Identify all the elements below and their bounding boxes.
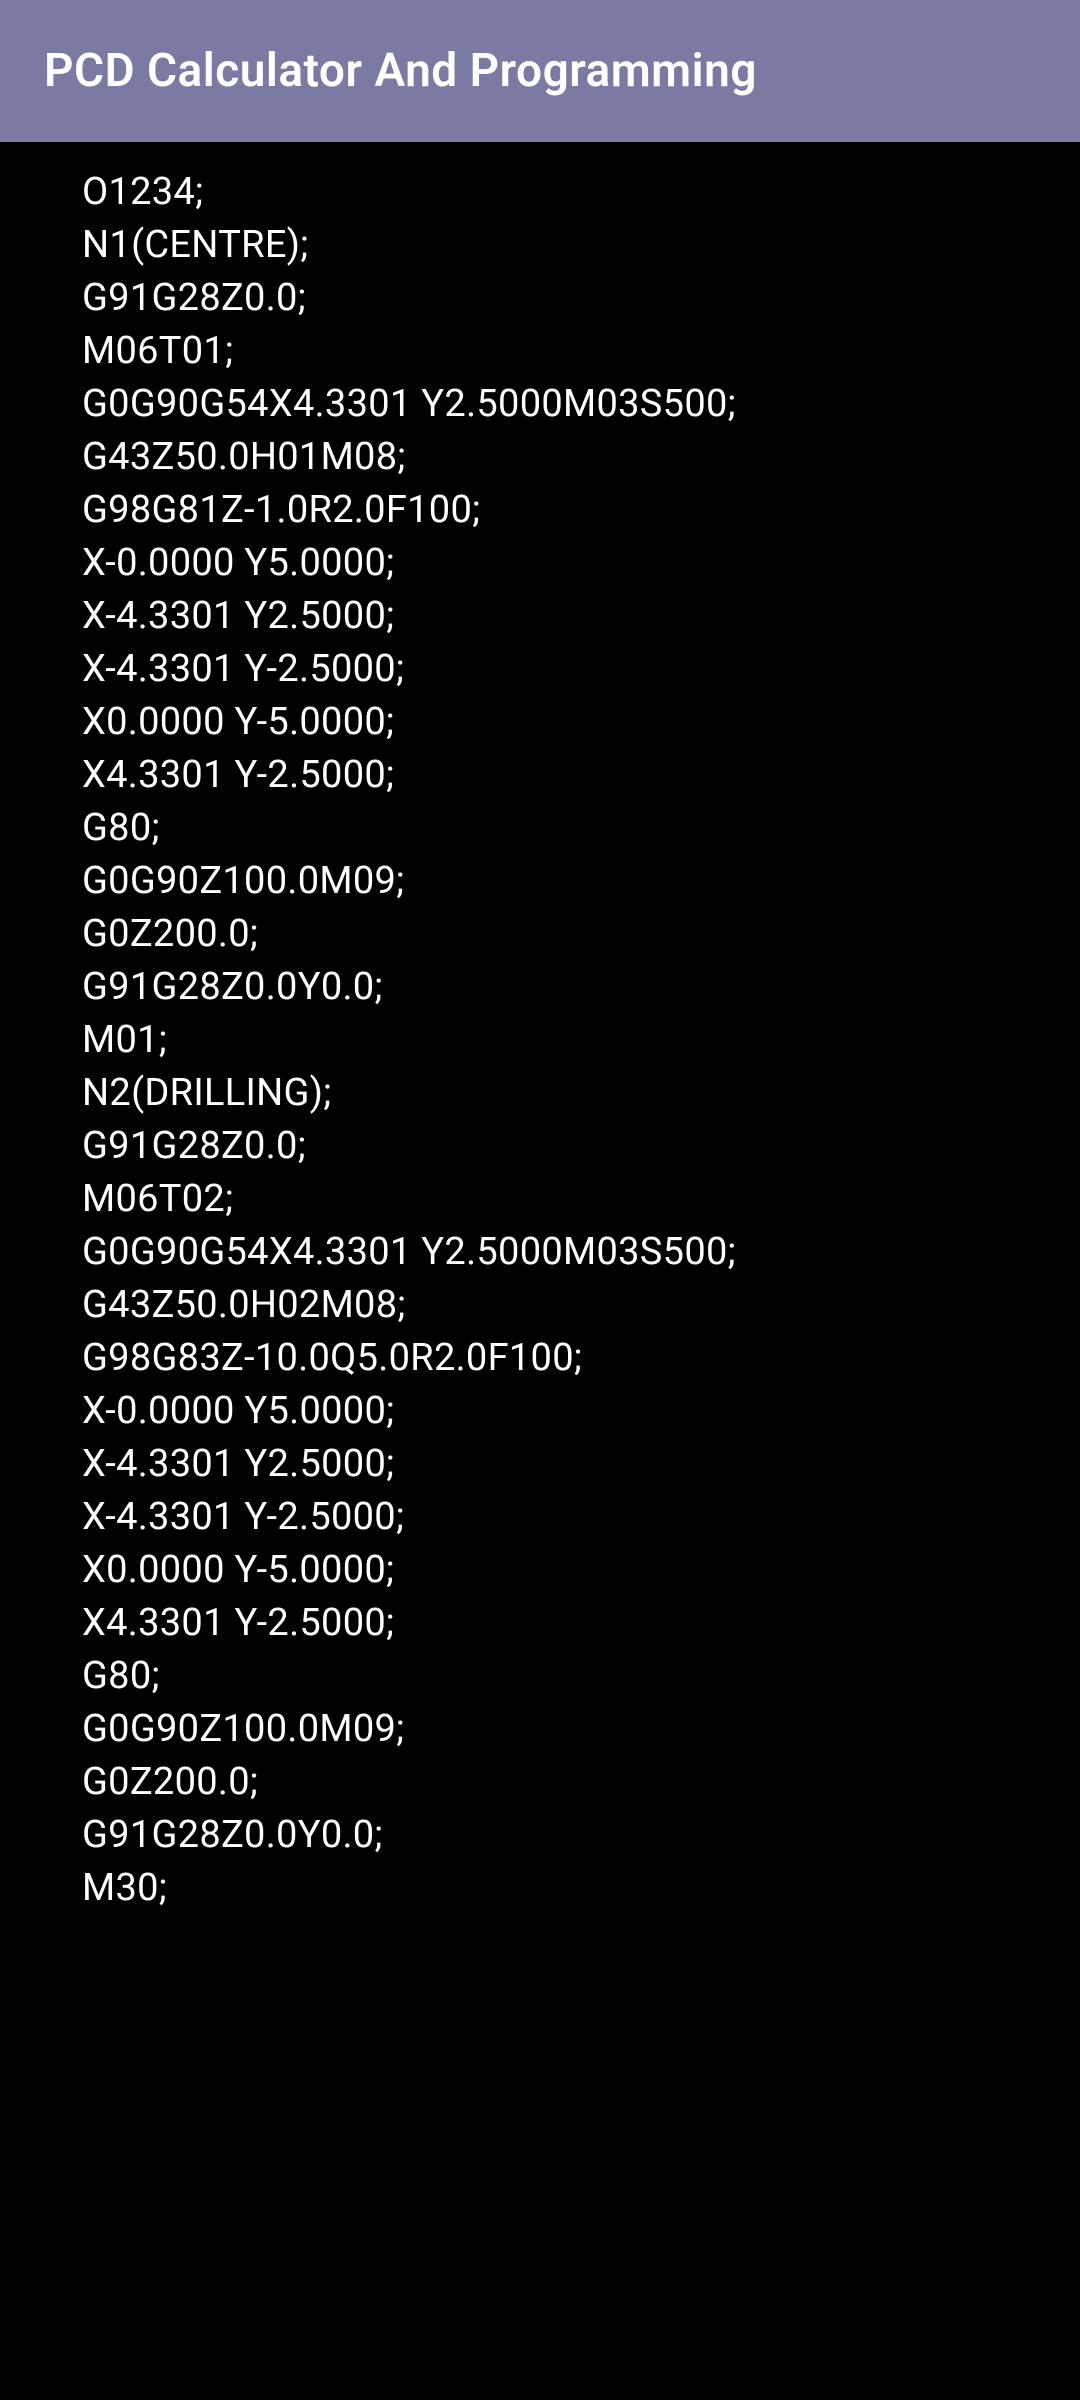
gcode-line: X-4.3301 Y2.5000;	[82, 590, 1080, 643]
gcode-line: X-4.3301 Y-2.5000;	[82, 643, 1080, 696]
gcode-line: M06T02;	[82, 1173, 1080, 1226]
gcode-line: O1234;	[82, 166, 1080, 219]
gcode-line: G98G81Z-1.0R2.0F100;	[82, 484, 1080, 537]
gcode-line: X4.3301 Y-2.5000;	[82, 1597, 1080, 1650]
gcode-line: G91G28Z0.0;	[82, 1120, 1080, 1173]
gcode-line: M30;	[82, 1862, 1080, 1915]
gcode-line: G0G90G54X4.3301 Y2.5000M03S500;	[82, 378, 1080, 431]
gcode-line: G91G28Z0.0Y0.0;	[82, 961, 1080, 1014]
gcode-line: M01;	[82, 1014, 1080, 1067]
gcode-line: G91G28Z0.0;	[82, 272, 1080, 325]
gcode-line: M06T01;	[82, 325, 1080, 378]
gcode-line: G80;	[82, 1650, 1080, 1703]
gcode-line: G80;	[82, 802, 1080, 855]
gcode-line: X0.0000 Y-5.0000;	[82, 1544, 1080, 1597]
app-header: PCD Calculator And Programming	[0, 0, 1080, 142]
gcode-line: G0Z200.0;	[82, 1756, 1080, 1809]
gcode-line: G0G90Z100.0M09;	[82, 855, 1080, 908]
gcode-line: G43Z50.0H01M08;	[82, 431, 1080, 484]
gcode-line: X-4.3301 Y2.5000;	[82, 1438, 1080, 1491]
gcode-line: X0.0000 Y-5.0000;	[82, 696, 1080, 749]
gcode-line: G0Z200.0;	[82, 908, 1080, 961]
app-title: PCD Calculator And Programming	[44, 44, 757, 98]
gcode-line: G91G28Z0.0Y0.0;	[82, 1809, 1080, 1862]
gcode-line: G0G90G54X4.3301 Y2.5000M03S500;	[82, 1226, 1080, 1279]
gcode-line: G98G83Z-10.0Q5.0R2.0F100;	[82, 1332, 1080, 1385]
gcode-output-area: O1234;N1(CENTRE);G91G28Z0.0;M06T01;G0G90…	[0, 142, 1080, 1915]
gcode-line: N2(DRILLING);	[82, 1067, 1080, 1120]
gcode-line: X-4.3301 Y-2.5000;	[82, 1491, 1080, 1544]
gcode-line: X-0.0000 Y5.0000;	[82, 1385, 1080, 1438]
gcode-line: X4.3301 Y-2.5000;	[82, 749, 1080, 802]
gcode-line: N1(CENTRE);	[82, 219, 1080, 272]
gcode-line: X-0.0000 Y5.0000;	[82, 537, 1080, 590]
gcode-line: G0G90Z100.0M09;	[82, 1703, 1080, 1756]
gcode-line: G43Z50.0H02M08;	[82, 1279, 1080, 1332]
